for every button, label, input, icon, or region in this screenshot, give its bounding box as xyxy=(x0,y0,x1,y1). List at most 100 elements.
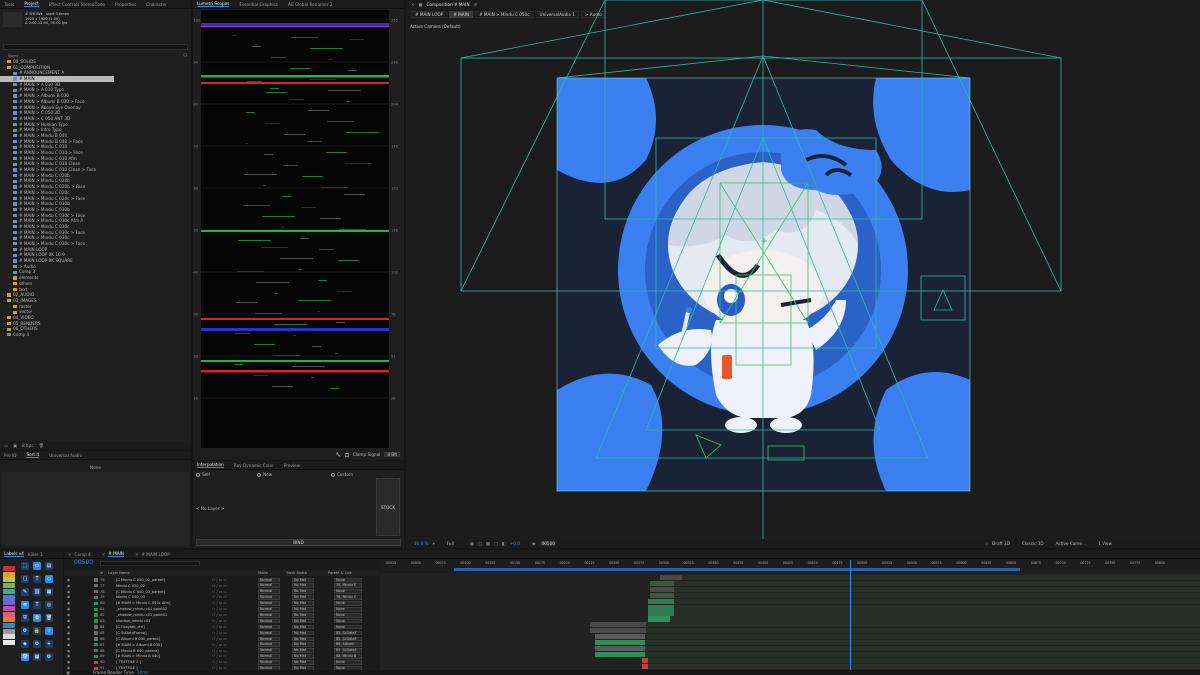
layer-bar[interactable] xyxy=(590,622,646,628)
folder-icon[interactable]: ▢ xyxy=(21,575,29,583)
tab-interpolation[interactable]: Interpolation xyxy=(197,462,224,468)
project-item[interactable]: Comp 4 xyxy=(0,332,191,338)
track-area[interactable] xyxy=(380,573,1200,671)
parent-dropdown[interactable]: None xyxy=(334,624,362,630)
wrench-icon[interactable]: 🔧 xyxy=(336,452,341,458)
tab-timeline-main[interactable]: # MAIN xyxy=(108,551,124,557)
eye-icon[interactable]: ◉ xyxy=(67,590,70,594)
parent-dropdown[interactable]: None xyxy=(334,660,362,665)
label-color-swatch[interactable] xyxy=(94,578,98,582)
tab-tools[interactable]: Tools xyxy=(4,2,14,7)
layer-switches-icon[interactable]: ⚇ / ▭ ▭ xyxy=(212,595,227,599)
layer-switches-icon[interactable]: ⚇ / ▭ ▭ xyxy=(212,613,227,617)
opt-custom[interactable]: Custom xyxy=(331,472,353,477)
layer-switches-icon[interactable]: ⚇ / ▭ ▭ xyxy=(212,590,227,594)
label-swatch[interactable] xyxy=(3,600,15,606)
layers-icon[interactable]: ≣ xyxy=(21,601,29,609)
mask-icon[interactable]: ◱ xyxy=(478,541,482,546)
grid-icon[interactable]: ▦ xyxy=(33,653,41,661)
layer-bar-extent[interactable] xyxy=(670,616,1200,622)
layer-bar-extent[interactable] xyxy=(648,657,1200,663)
layer-switches-icon[interactable]: ⚇ / ▭ ▭ xyxy=(212,601,227,605)
track-matte-dropdown[interactable]: No Mat xyxy=(292,642,314,648)
opt-self[interactable]: Self xyxy=(196,472,210,477)
close-icon[interactable]: ✕ xyxy=(135,552,139,557)
label-swatch[interactable] xyxy=(3,583,15,589)
clamp-checkbox[interactable] xyxy=(344,452,349,457)
tab-ray-dynamic-color[interactable]: Ray Dynamic Color xyxy=(234,463,274,468)
text-icon[interactable]: T xyxy=(33,575,41,583)
layer-switches-icon[interactable]: ⚇ / ▭ ▭ xyxy=(212,631,227,635)
tab-essential-graphics[interactable]: Essential Graphics xyxy=(239,2,278,7)
mode-dropdown[interactable]: Normal xyxy=(258,607,280,612)
mode-dropdown[interactable]: Normal xyxy=(258,660,280,665)
parent-dropdown[interactable]: None xyxy=(334,589,362,594)
layer-bar[interactable] xyxy=(650,580,674,587)
eye-icon[interactable]: ◉ xyxy=(67,578,70,582)
parent-dropdown[interactable]: 78. Mindu C xyxy=(334,595,362,600)
tab-killer[interactable]: Killer 1 xyxy=(28,552,43,557)
label-swatch[interactable] xyxy=(3,594,15,600)
label-swatch[interactable] xyxy=(3,566,15,571)
playhead[interactable] xyxy=(850,560,851,671)
label-color-swatch[interactable] xyxy=(94,642,98,647)
layer-switches-icon[interactable]: ⚇ / ▭ ▭ xyxy=(212,625,227,629)
tab-comp-4[interactable]: Comp 4 xyxy=(75,552,91,557)
transparency-icon[interactable]: ▩ xyxy=(486,541,490,546)
layer-bar-extent[interactable] xyxy=(682,575,1200,581)
layer-switches-icon[interactable]: ⚇ / ▭ ▭ xyxy=(212,643,227,647)
work-area-bar[interactable] xyxy=(454,568,1020,571)
eye-icon[interactable]: ◉ xyxy=(67,625,70,629)
eye-icon[interactable]: 👁 xyxy=(21,653,29,661)
eye-icon[interactable]: ◉ xyxy=(67,637,70,641)
grid-icon[interactable]: ▦ xyxy=(470,541,474,546)
tab-global-renamer[interactable]: AE Global Renamer 2 xyxy=(288,2,332,7)
text-icon[interactable]: T xyxy=(33,601,41,609)
star-icon[interactable]: ☆ xyxy=(45,627,53,635)
layer-bar[interactable] xyxy=(648,610,674,616)
track-matte-dropdown[interactable]: No Mat xyxy=(292,595,314,600)
cube-icon[interactable]: ◈ xyxy=(21,640,29,648)
track-matte-dropdown[interactable]: No Mat xyxy=(292,577,314,583)
mode-dropdown[interactable]: Normal xyxy=(258,624,280,630)
tab-timeline-main-loop[interactable]: # MAIN LOOP xyxy=(141,552,169,557)
layer-bar-extent[interactable] xyxy=(646,628,1200,634)
tab-properties[interactable]: Properties xyxy=(115,2,136,7)
layer-bar-extent[interactable] xyxy=(674,610,1200,616)
layer-switches-icon[interactable]: ⚇ / ▭ ▭ xyxy=(212,660,227,664)
tab-character[interactable]: Character xyxy=(146,2,167,7)
mode-dropdown[interactable]: Normal xyxy=(258,583,280,589)
region-icon[interactable]: ▢ xyxy=(494,541,498,546)
layer-bar[interactable] xyxy=(590,628,646,634)
tab-lumetri-scopes[interactable]: Lumetri Scopes xyxy=(197,1,230,7)
renderer-label[interactable]: Draft 3D xyxy=(992,541,1010,546)
tab-universal-audio[interactable]: Universal Audio xyxy=(49,453,82,458)
label-swatch[interactable] xyxy=(3,611,15,617)
layer-switches-icon[interactable]: ⚇ / ▭ ▭ xyxy=(212,584,227,588)
parent-dropdown[interactable]: 85. ScDataF xyxy=(334,648,362,653)
mode-dropdown[interactable]: Normal xyxy=(258,654,280,659)
layer-bar-extent[interactable] xyxy=(648,663,1200,669)
shield-icon[interactable]: ⛨ xyxy=(21,614,29,622)
layer-bar[interactable] xyxy=(648,616,670,622)
mode-dropdown[interactable]: Normal xyxy=(258,601,280,606)
parent-dropdown[interactable]: 76. Mindu C xyxy=(334,583,362,589)
trash-icon[interactable]: 🗑 xyxy=(39,443,44,449)
select-icon[interactable]: ⬚ xyxy=(21,562,29,570)
comp-canvas[interactable] xyxy=(406,0,1200,548)
camera-icon[interactable]: ◉ xyxy=(532,541,536,546)
parent-dropdown[interactable]: None xyxy=(334,607,362,612)
label-color-swatch[interactable] xyxy=(94,631,98,635)
settings-icon[interactable]: ⚙ xyxy=(33,640,41,648)
track-matte-dropdown[interactable]: No Mat xyxy=(292,612,314,618)
layer-bar-extent[interactable] xyxy=(674,604,1200,610)
eye-icon[interactable]: ◉ xyxy=(67,601,70,605)
gear-icon[interactable]: ⚙ xyxy=(45,653,53,661)
layer-bar-extent[interactable] xyxy=(674,592,1200,598)
label-color-swatch[interactable] xyxy=(94,619,98,623)
layer-switches-icon[interactable]: ⚇ / ▭ ▭ xyxy=(212,649,227,653)
track-matte-dropdown[interactable]: No Mat xyxy=(292,601,314,606)
parent-dropdown[interactable]: None xyxy=(334,601,362,606)
eye-icon[interactable]: ◉ xyxy=(67,613,70,617)
layer-bar[interactable] xyxy=(660,575,682,581)
